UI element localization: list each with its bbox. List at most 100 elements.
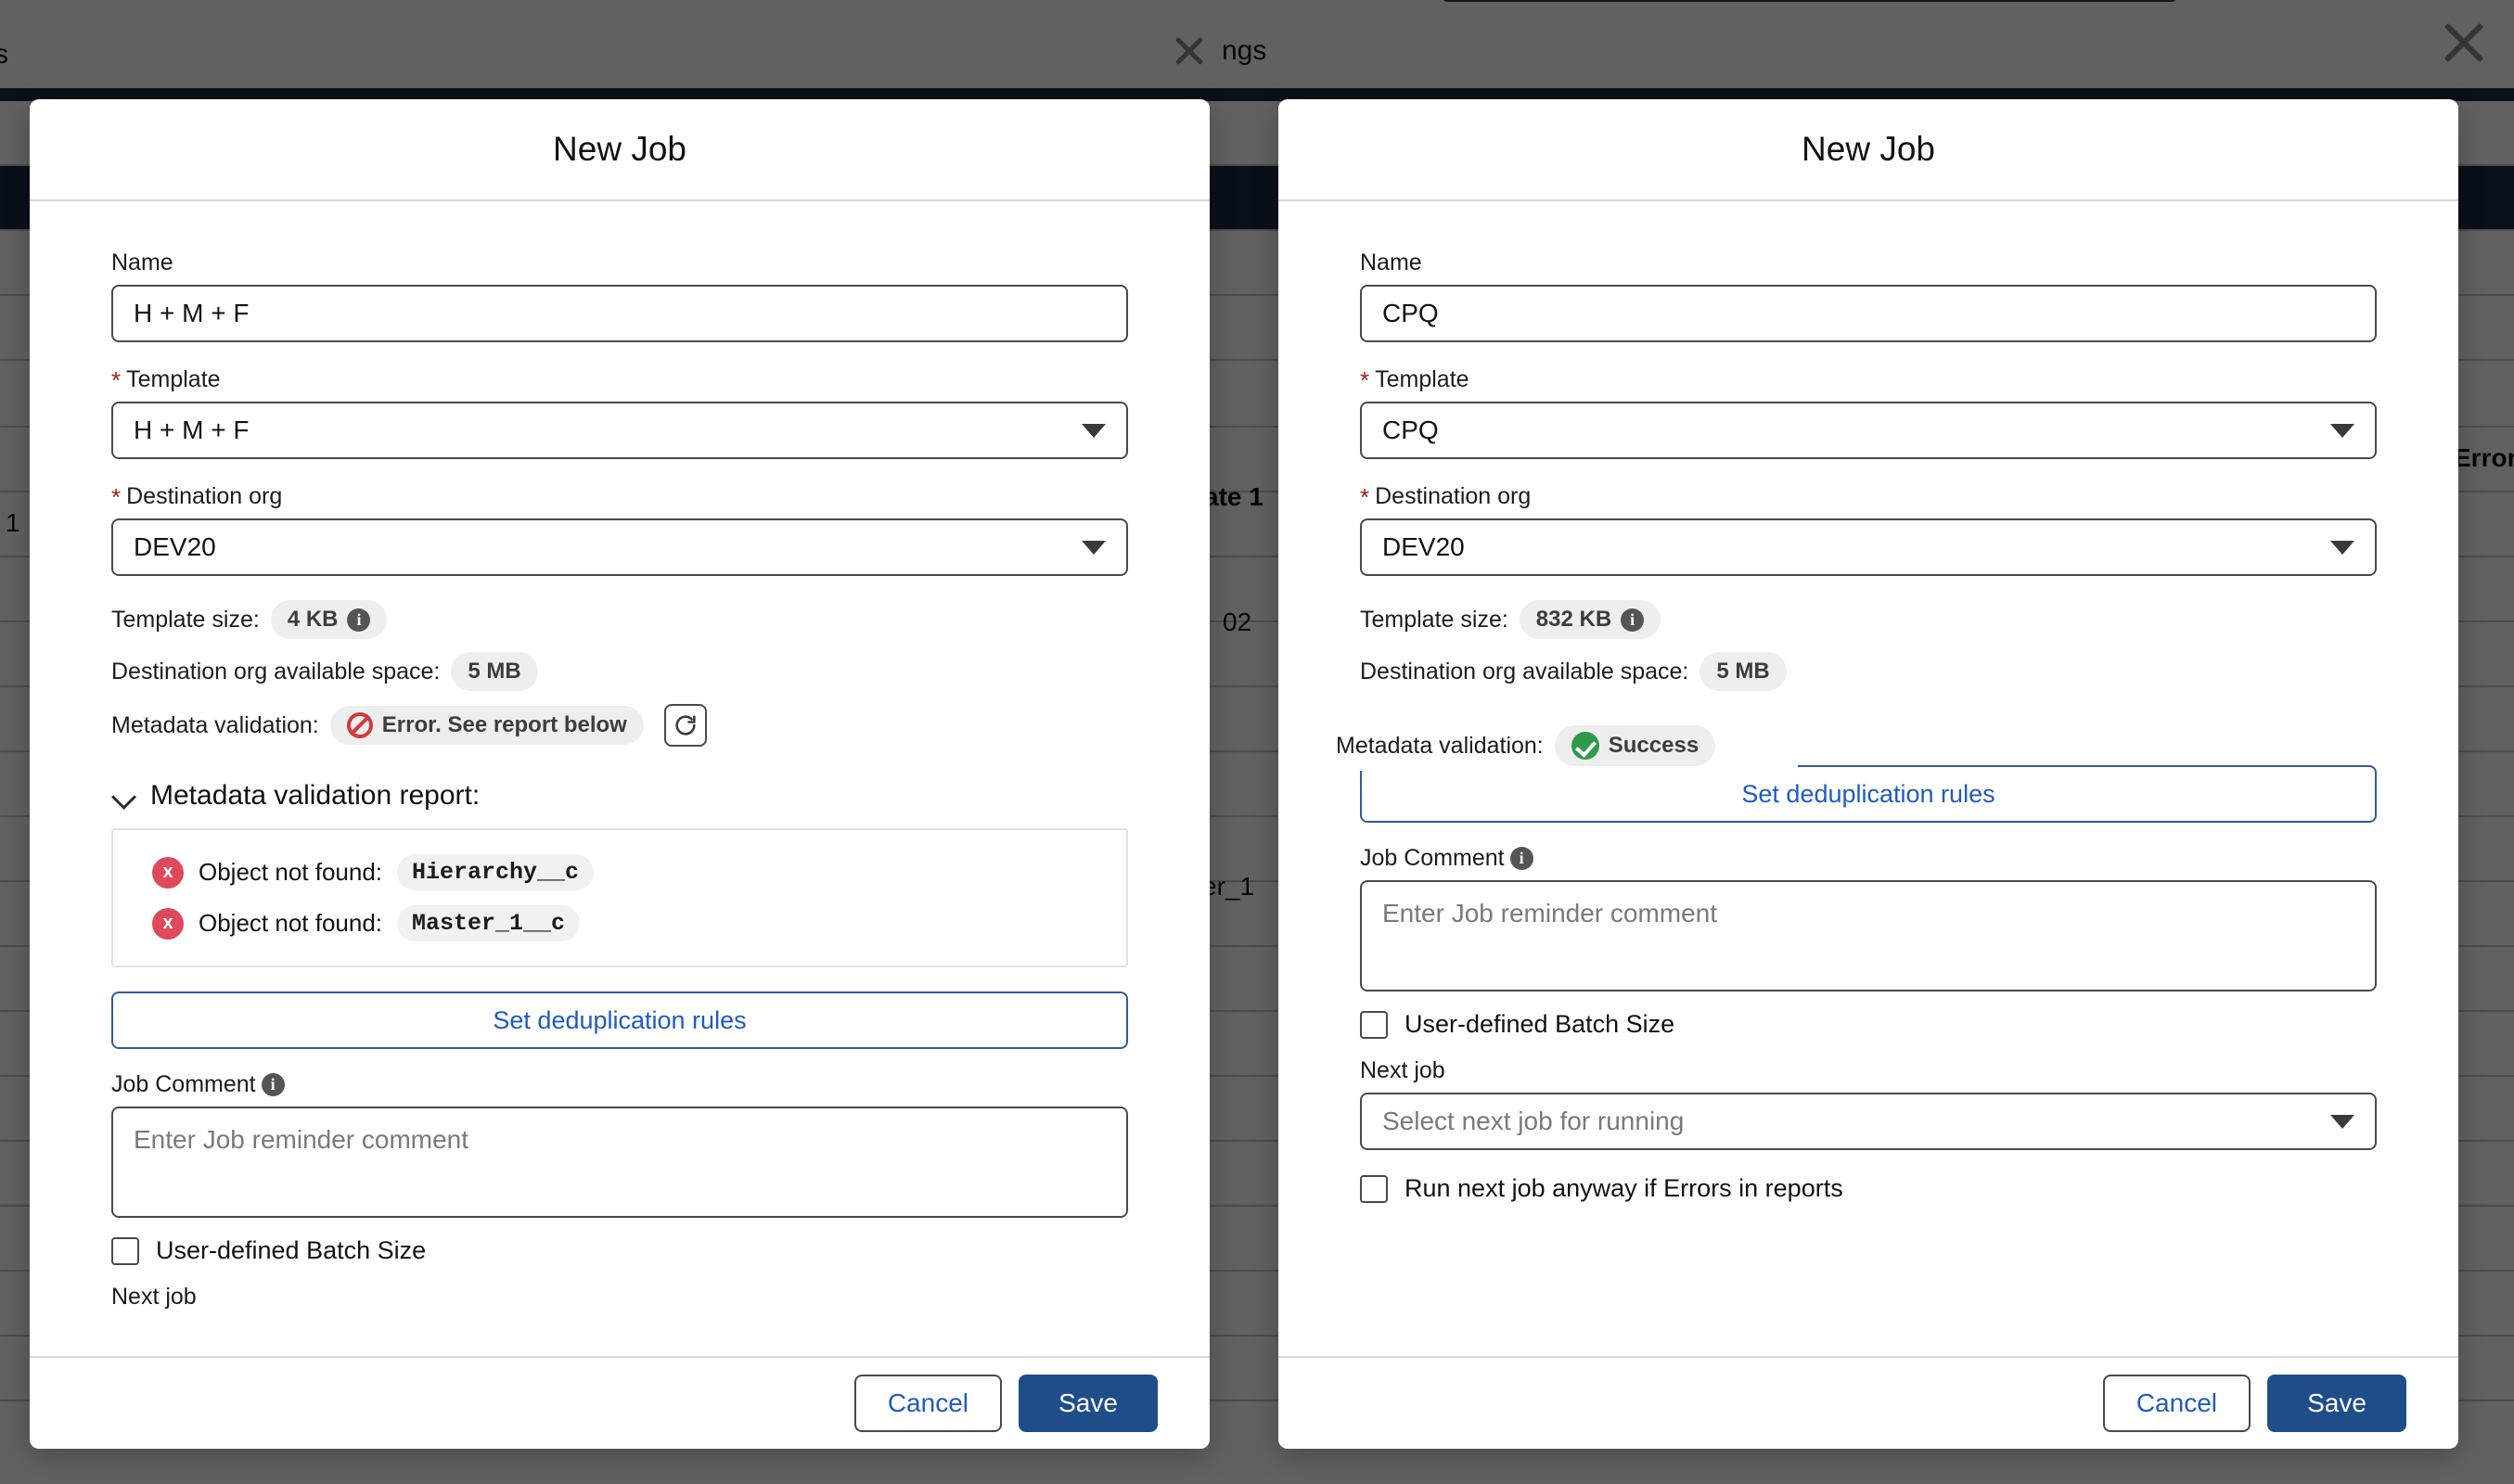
run-next-job-anyway-label: Run next job anyway if Errors in reports (1405, 1174, 1843, 1202)
info-icon[interactable]: i (1621, 608, 1645, 632)
required-star-icon: * (1360, 365, 1370, 394)
cancel-button[interactable]: Cancel (853, 1375, 1002, 1432)
user-defined-batch-size-checkbox[interactable] (1360, 1010, 1388, 1039)
next-job-label-text: Next job (1360, 1057, 1445, 1083)
dialog-header: New Job (30, 99, 1210, 201)
window-close-icon[interactable] (2440, 19, 2488, 67)
template-size-badge: 832 KB i (1519, 600, 1661, 639)
template-label-text: Template (126, 366, 221, 392)
refresh-icon[interactable] (663, 704, 707, 747)
destination-org-label: * Destination org (1360, 483, 2377, 510)
save-button[interactable]: Save (1019, 1375, 1158, 1432)
set-deduplication-rules-button[interactable]: Set deduplication rules (1360, 765, 2377, 823)
template-select[interactable]: CPQ (1360, 402, 2377, 459)
run-next-job-anyway-row[interactable]: Run next job anyway if Errors in reports (1360, 1174, 2377, 1203)
chevron-down-icon (2330, 540, 2354, 555)
report-list: x Object not found: Hierarchy__c x Objec… (111, 828, 1128, 967)
topbar-center-label: ngs (1222, 35, 1267, 66)
cancel-label: Cancel (887, 1388, 968, 1417)
chevron-down-icon[interactable] (115, 787, 134, 805)
job-comment-label: Job Comment i (1360, 845, 2377, 872)
user-defined-batch-size-row[interactable]: User-defined Batch Size (111, 1236, 1128, 1265)
destination-org-label-text: Destination org (1375, 483, 1532, 509)
user-defined-batch-size-row[interactable]: User-defined Batch Size (1360, 1010, 2377, 1039)
user-defined-batch-size-label: User-defined Batch Size (1405, 1010, 1675, 1038)
close-icon[interactable] (1174, 35, 1205, 67)
name-input[interactable]: CPQ (1360, 285, 2377, 342)
report-header[interactable]: Metadata validation report: (111, 767, 1128, 828)
job-comment-input[interactable]: Enter Job reminder comment (111, 1107, 1128, 1218)
destination-org-value: DEV20 (1382, 532, 1465, 561)
table-cell: 02 (1223, 608, 1252, 636)
destination-org-label-text: Destination org (126, 483, 283, 509)
destination-org-select[interactable]: DEV20 (1360, 518, 2377, 576)
template-size-badge: 4 KB i (270, 600, 388, 639)
available-space-label: Destination org available space: (111, 658, 441, 684)
available-space-label: Destination org available space: (1360, 658, 1689, 684)
set-deduplication-rules-label: Set deduplication rules (1741, 779, 1995, 808)
destination-org-select[interactable]: DEV20 (111, 518, 1128, 576)
name-value: CPQ (1382, 299, 1439, 327)
job-comment-input[interactable]: Enter Job reminder comment (1360, 880, 2377, 991)
template-value: CPQ (1382, 416, 1439, 444)
destination-org-label: * Destination org (111, 483, 1128, 510)
next-job-label: Next job (111, 1284, 1128, 1311)
new-job-dialog-right: New Job Name CPQ * Template CPQ * Destin… (1278, 99, 2458, 1449)
chevron-down-icon (2330, 1114, 2354, 1129)
error-x-icon: x (152, 907, 184, 940)
error-icon (346, 712, 373, 738)
name-input[interactable]: H + M + F (111, 285, 1128, 342)
name-label: Name (111, 249, 1128, 276)
save-label: Save (2307, 1388, 2366, 1417)
cancel-button[interactable]: Cancel (2102, 1375, 2251, 1432)
search-input[interactable] (1441, 0, 2178, 2)
job-comment-label-text: Job Comment (111, 1071, 256, 1097)
destination-org-value: DEV20 (134, 532, 216, 561)
info-icon[interactable]: i (261, 1073, 285, 1096)
report-message: Object not found: (199, 858, 383, 886)
page-title: New Job (1802, 130, 1935, 168)
table-cell: er_1 (1202, 872, 1255, 901)
next-job-label-text: Next job (111, 1284, 197, 1310)
name-label-text: Name (1360, 249, 1422, 275)
topbar-left-text: s (0, 39, 8, 70)
metadata-validation-report: Metadata validation report: x Object not… (111, 767, 1128, 967)
template-size-row: Template size: 4 KB i (111, 600, 1128, 639)
job-comment-label-text: Job Comment (1360, 845, 1505, 871)
report-title: Metadata validation report: (150, 780, 481, 811)
page-title: New Job (553, 130, 686, 168)
template-label-text: Template (1375, 366, 1469, 392)
required-star-icon: * (111, 482, 122, 511)
dialog-header: New Job (1278, 99, 2458, 201)
info-icon[interactable]: i (347, 608, 371, 632)
available-space-row: Destination org available space: 5 MB (111, 652, 1128, 691)
template-label: * Template (111, 366, 1128, 393)
dialog-footer: Cancel Save (30, 1356, 1210, 1449)
set-deduplication-rules-button[interactable]: Set deduplication rules (111, 991, 1128, 1049)
template-size-value: 4 KB (287, 607, 339, 632)
next-job-select[interactable]: Select next job for running (1360, 1093, 2377, 1150)
job-comment-label: Job Comment i (111, 1071, 1128, 1098)
name-label: Name (1360, 249, 2377, 276)
template-size-row: Template size: 832 KB i (1360, 600, 2377, 639)
metadata-validation-label: Metadata validation: (111, 711, 319, 738)
available-space-badge: 5 MB (451, 652, 538, 691)
name-value: H + M + F (134, 299, 250, 327)
table-cell: Error (2454, 443, 2514, 472)
info-icon[interactable]: i (1509, 847, 1533, 870)
metadata-validation-label: Metadata validation: (1336, 732, 1544, 759)
table-cell: ate 1 (1204, 482, 1263, 511)
run-next-job-anyway-checkbox[interactable] (1360, 1174, 1388, 1203)
next-job-placeholder: Select next job for running (1382, 1107, 1685, 1135)
user-defined-batch-size-checkbox[interactable] (111, 1236, 139, 1265)
error-x-icon: x (152, 856, 184, 889)
status-badge: Success (1554, 725, 1716, 766)
report-object-name: Master_1__c (397, 905, 581, 941)
metadata-validation-spotlight: Metadata validation: Success (1325, 710, 1798, 771)
report-message: Object not found: (199, 909, 383, 937)
template-select[interactable]: H + M + F (111, 402, 1128, 459)
save-button[interactable]: Save (2267, 1375, 2406, 1432)
available-space-value: 5 MB (468, 659, 521, 684)
metadata-validation-status: Success (1608, 733, 1700, 758)
list-item: x Object not found: Hierarchy__c (113, 847, 1126, 898)
